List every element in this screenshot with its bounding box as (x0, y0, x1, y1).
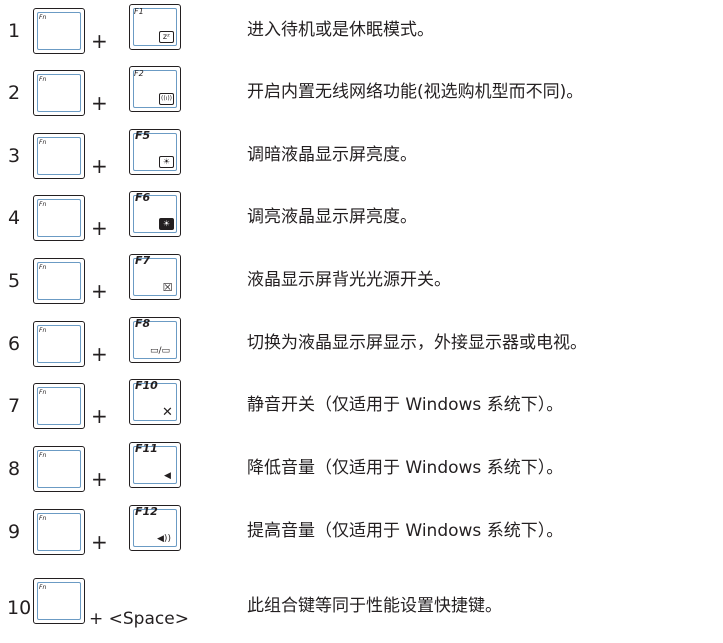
hotkey-row-5: 5 Fn + F7 ☒ 液晶显示屏背光光源开关。 (0, 254, 723, 314)
plus-sign: + (91, 404, 108, 428)
row-number: 9 (8, 521, 21, 543)
fn-key: Fn (33, 195, 85, 241)
plus-sign: + (91, 530, 108, 554)
f-key-label: F7 (135, 254, 151, 267)
f7-key: F7 ☒ (129, 254, 181, 300)
f8-key: F8 ▭/▭ (129, 317, 181, 363)
hotkey-description: 调亮液晶显示屏亮度。 (247, 207, 417, 227)
sleep-icon: zᶻ (159, 31, 174, 43)
fn-label: Fn (39, 76, 47, 83)
fn-key: Fn (33, 258, 85, 304)
fn-key: Fn (33, 383, 85, 429)
fn-label: Fn (39, 14, 47, 21)
brightness-up-icon: ☀ (159, 218, 174, 230)
fn-key: Fn (33, 446, 85, 492)
hotkey-description: 液晶显示屏背光光源开关。 (247, 270, 451, 290)
space-key-label: + <Space> (89, 609, 189, 629)
f1-key: F1 zᶻ (129, 4, 181, 50)
hotkey-description: 开启内置无线网络功能(视选购机型而不同)。 (247, 82, 584, 102)
row-number: 3 (8, 145, 21, 167)
row-number: 8 (8, 458, 21, 480)
hotkey-description: 静音开关（仅适用于 Windows 系统下）。 (247, 395, 564, 415)
f-key-label: F1 (134, 7, 144, 16)
row-number: 5 (8, 270, 21, 292)
fn-key: Fn (33, 70, 85, 116)
fn-label: Fn (39, 584, 47, 591)
f6-key: F6 ☀ (129, 191, 181, 237)
mute-icon: ✕ (162, 405, 173, 420)
display-switch-icon: ▭/▭ (149, 346, 171, 356)
row-number: 6 (8, 333, 21, 355)
hotkey-description: 进入待机或是休眠模式。 (247, 20, 434, 40)
hotkey-row-9: 9 Fn + F12 ◀)) 提高音量（仅适用于 Windows 系统下）。 (0, 505, 723, 565)
fn-label: Fn (39, 389, 47, 396)
hotkey-description: 调暗液晶显示屏亮度。 (247, 145, 417, 165)
plus-sign: + (91, 29, 108, 53)
fn-label: Fn (39, 264, 47, 271)
plus-sign: + (91, 216, 108, 240)
f-key-label: F2 (134, 69, 144, 78)
fn-key: Fn (33, 133, 85, 179)
f5-key: F5 ☀ (129, 129, 181, 175)
hotkey-description: 此组合键等同于性能设置快捷键。 (247, 596, 502, 616)
plus-sign: + (91, 467, 108, 491)
fn-label: Fn (39, 139, 47, 146)
row-number: 10 (7, 597, 32, 619)
row-number: 2 (8, 82, 21, 104)
fn-key: Fn (33, 509, 85, 555)
hotkey-row-3: 3 Fn + F5 ☀ 调暗液晶显示屏亮度。 (0, 129, 723, 189)
f12-key: F12 ◀)) (129, 505, 181, 551)
f-key-label: F5 (135, 129, 151, 142)
fn-label: Fn (39, 515, 47, 522)
fn-key: Fn (33, 8, 85, 54)
fn-label: Fn (39, 201, 47, 208)
fn-key: Fn (33, 321, 85, 367)
fn-key: Fn (33, 578, 85, 624)
plus-sign: + (91, 91, 108, 115)
row-number: 7 (8, 395, 21, 417)
hotkey-description: 降低音量（仅适用于 Windows 系统下）。 (247, 458, 564, 478)
f-key-label: F12 (135, 505, 158, 518)
brightness-down-icon: ☀ (159, 156, 174, 168)
f-key-label: F11 (135, 442, 158, 455)
hotkey-row-2: 2 Fn + F2 ((ı)) 开启内置无线网络功能(视选购机型而不同)。 (0, 66, 723, 126)
hotkey-row-4: 4 Fn + F6 ☀ 调亮液晶显示屏亮度。 (0, 191, 723, 251)
hotkey-row-6: 6 Fn + F8 ▭/▭ 切换为液晶显示屏显示，外接显示器或电视。 (0, 317, 723, 377)
f11-key: F11 ◀ (129, 442, 181, 488)
f-key-label: F8 (135, 317, 151, 330)
hotkey-description: 提高音量（仅适用于 Windows 系统下）。 (247, 521, 564, 541)
row-number: 1 (8, 20, 21, 42)
hotkey-row-7: 7 Fn + F10 ✕ 静音开关（仅适用于 Windows 系统下）。 (0, 379, 723, 439)
wireless-icon: ((ı)) (159, 93, 174, 105)
hotkey-row-8: 8 Fn + F11 ◀ 降低音量（仅适用于 Windows 系统下）。 (0, 442, 723, 502)
f2-key: F2 ((ı)) (129, 66, 181, 112)
f10-key: F10 ✕ (129, 379, 181, 425)
plus-sign: + (91, 342, 108, 366)
backlight-off-icon: ☒ (162, 281, 173, 294)
fn-label: Fn (39, 452, 47, 459)
hotkey-description: 切换为液晶显示屏显示，外接显示器或电视。 (247, 333, 587, 353)
plus-sign: + (91, 154, 108, 178)
f-key-label: F6 (135, 191, 151, 204)
f-key-label: F10 (135, 379, 158, 392)
plus-sign: + (91, 279, 108, 303)
volume-down-icon: ◀ (164, 471, 171, 481)
fn-label: Fn (39, 327, 47, 334)
hotkey-row-1: 1 Fn + F1 zᶻ 进入待机或是休眠模式。 (0, 4, 723, 64)
volume-up-icon: ◀)) (157, 534, 171, 544)
hotkey-row-10: 10 Fn + <Space> 此组合键等同于性能设置快捷键。 (0, 578, 723, 641)
row-number: 4 (8, 207, 21, 229)
